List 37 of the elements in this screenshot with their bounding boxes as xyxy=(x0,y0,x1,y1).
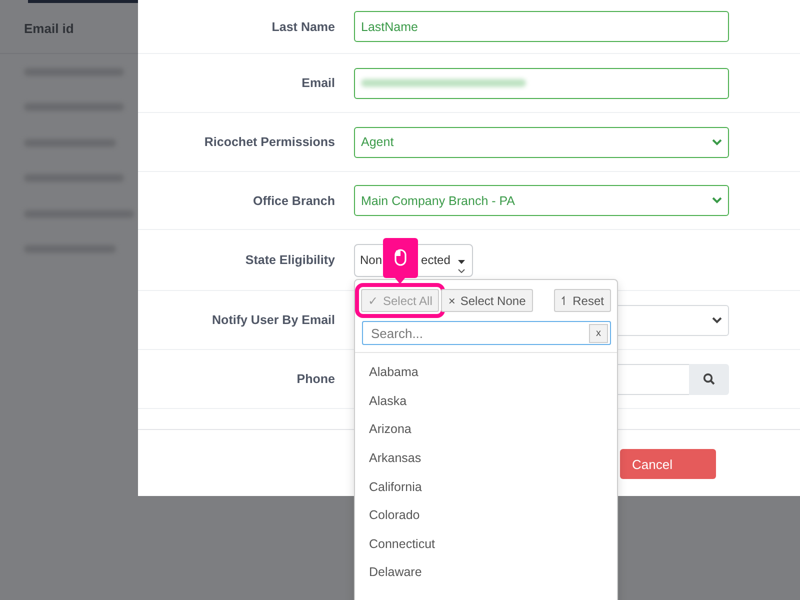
field-label: Email xyxy=(300,76,335,90)
field-label: Ricochet Permissions xyxy=(203,135,335,149)
column-header: Email id xyxy=(24,20,74,36)
option-item[interactable]: Alaska xyxy=(355,386,617,416)
option-item[interactable]: Colorado xyxy=(355,500,617,530)
symbol-text: × xyxy=(448,294,456,308)
field-label: Notify User By Email xyxy=(211,313,335,327)
select-field[interactable]: Agent xyxy=(354,126,729,158)
text-field[interactable]: LastName xyxy=(354,11,729,42)
search-button[interactable] xyxy=(689,364,729,394)
option-item[interactable]: Delaware xyxy=(355,558,617,587)
button-label: Reset xyxy=(572,294,604,308)
menu-button[interactable]: Reset xyxy=(554,289,611,312)
chevron-icon xyxy=(458,268,465,272)
option-item[interactable]: Alabama xyxy=(355,358,617,387)
chevron-icon xyxy=(712,138,722,146)
search-icon xyxy=(703,373,715,385)
option-item[interactable]: California xyxy=(355,472,617,501)
button-label: Select All xyxy=(383,294,432,308)
button-label: Select None xyxy=(460,294,526,308)
option-item[interactable]: Arizona xyxy=(355,415,617,444)
menu-button[interactable]: × Select None xyxy=(441,289,533,312)
symbol-text: ✓ xyxy=(368,294,378,308)
cancel-button[interactable]: Cancel xyxy=(620,449,716,479)
caret-icon xyxy=(458,260,465,264)
select-field[interactable]: Main Company Branch - PA xyxy=(354,185,729,216)
option-item[interactable]: Arkansas xyxy=(355,444,617,472)
email-field[interactable] xyxy=(354,68,729,98)
clear-button[interactable]: x xyxy=(589,324,608,342)
search-field[interactable]: Search... x xyxy=(362,321,611,345)
chevron-icon xyxy=(712,316,722,324)
chevron-icon xyxy=(712,197,722,204)
field-label: Phone xyxy=(296,372,335,386)
option-item[interactable]: Connecticut xyxy=(355,530,617,558)
field-label: Last Name xyxy=(270,20,335,34)
field-label: Office Branch xyxy=(252,194,335,208)
field-label: State Eligibility xyxy=(244,253,335,267)
